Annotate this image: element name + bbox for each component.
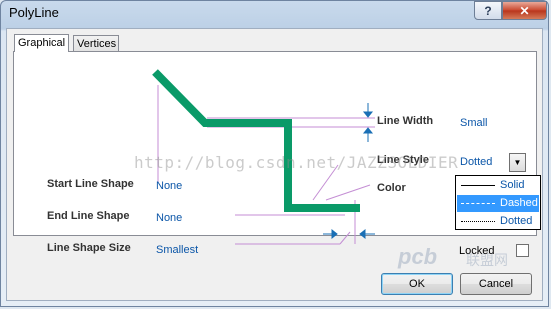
color-leader-line bbox=[325, 184, 371, 201]
ok-button[interactable]: OK bbox=[381, 273, 453, 295]
dotted-line-sample bbox=[461, 221, 495, 222]
shape-size-leader-diag bbox=[339, 231, 351, 245]
dropdown-option-dotted[interactable]: Dotted bbox=[457, 213, 539, 230]
tab-graphical[interactable]: Graphical bbox=[14, 34, 70, 52]
locked-checkbox[interactable] bbox=[516, 244, 529, 257]
solid-line-sample bbox=[461, 185, 495, 186]
start-line-shape-value[interactable]: None bbox=[156, 180, 182, 192]
line-style-value[interactable]: Dotted bbox=[460, 156, 492, 168]
dropdown-option-dashed[interactable]: Dashed bbox=[457, 195, 539, 212]
width-arrow-top-icon bbox=[362, 111, 374, 118]
line-style-combo-button[interactable]: ▼ bbox=[509, 153, 526, 172]
start-line-shape-label: Start Line Shape bbox=[47, 178, 134, 190]
locked-label: Locked bbox=[459, 245, 495, 257]
dashed-line-sample bbox=[461, 203, 495, 204]
line-width-label: Line Width bbox=[377, 115, 434, 127]
dropdown-arrow-icon: ▼ bbox=[513, 158, 522, 167]
line-shape-size-label: Line Shape Size bbox=[47, 242, 131, 254]
style-leader-line bbox=[312, 164, 339, 201]
line-style-dropdown-list: Solid Dashed Dotted bbox=[455, 175, 541, 230]
line-width-value[interactable]: Small bbox=[460, 117, 488, 129]
line-shape-size-value[interactable]: Smallest bbox=[156, 244, 198, 256]
end-line-shape-value[interactable]: None bbox=[156, 212, 182, 224]
width-arrow-bottom-icon bbox=[362, 127, 374, 134]
size-arrow-right-icon bbox=[359, 228, 366, 240]
polyline-preview bbox=[152, 69, 375, 245]
end-line-shape-label: End Line Shape bbox=[47, 210, 130, 222]
cancel-button[interactable]: Cancel bbox=[460, 273, 532, 295]
line-style-label: Line Style bbox=[377, 154, 429, 166]
dropdown-option-solid[interactable]: Solid bbox=[457, 177, 539, 194]
size-arrow-left-icon bbox=[331, 228, 338, 240]
sample-polyline bbox=[152, 69, 360, 212]
color-label: Color bbox=[377, 182, 406, 194]
